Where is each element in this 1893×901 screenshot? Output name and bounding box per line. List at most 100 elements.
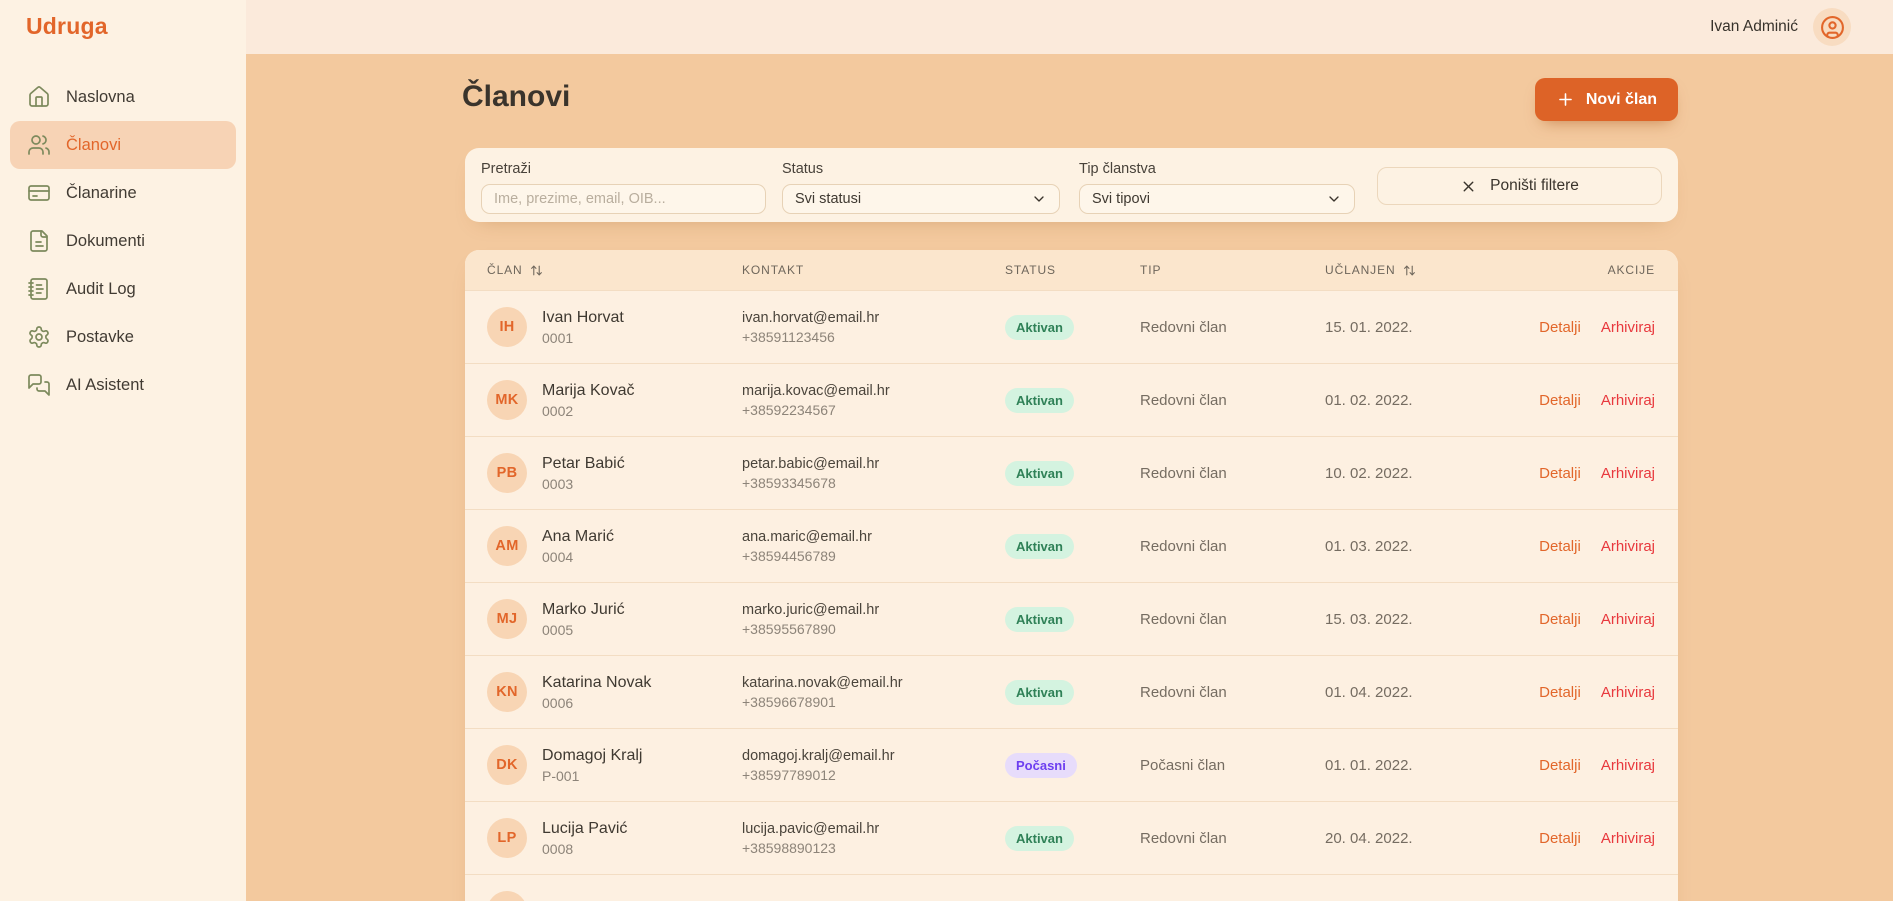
home-icon — [27, 85, 51, 109]
avatar: IH — [487, 307, 527, 347]
sidebar-item-audit-log[interactable]: Audit Log — [10, 265, 236, 313]
archive-link[interactable]: Arhiviraj — [1601, 611, 1655, 628]
chat-icon — [27, 373, 51, 397]
document-icon — [27, 229, 51, 253]
member-phone: +38597789012 — [742, 767, 1005, 783]
column-header-clan[interactable]: ČLAN — [487, 263, 742, 277]
sidebar-item-ai-asistent[interactable]: AI Asistent — [10, 361, 236, 409]
member-email: marija.kovac@email.hr — [742, 383, 1005, 399]
sidebar-item-label: Naslovna — [66, 88, 135, 107]
joined-date-cell: 20. 04. 2022. — [1325, 830, 1538, 847]
column-label: UČLANJEN — [1325, 263, 1396, 277]
user-name: Ivan Adminić — [1710, 18, 1798, 36]
membership-type-cell: Počasni član — [1140, 757, 1325, 774]
member-name: Marija Kovač — [542, 382, 634, 400]
status-select-value: Svi statusi — [795, 191, 861, 207]
status-cell: Aktivan — [1005, 680, 1140, 705]
archive-link[interactable]: Arhiviraj — [1601, 684, 1655, 701]
column-header-tip: TIP — [1140, 263, 1325, 277]
details-link[interactable]: Detalji — [1539, 319, 1581, 336]
sidebar-item-clanarine[interactable]: Članarine — [10, 169, 236, 217]
archive-link[interactable]: Arhiviraj — [1601, 830, 1655, 847]
joined-date-cell: 01. 01. 2022. — [1325, 757, 1538, 774]
column-label: AKCIJE — [1608, 263, 1655, 277]
sort-icon[interactable] — [1403, 264, 1416, 277]
member-name: Marko Jurić — [542, 601, 625, 619]
details-link[interactable]: Detalji — [1539, 538, 1581, 555]
membership-type-filter-group: Tip članstva Svi tipovi — [1079, 161, 1355, 222]
member-cell: Filip Lovrić — [487, 891, 742, 901]
details-link[interactable]: Detalji — [1539, 465, 1581, 482]
member-cell: PB Petar Babić 0003 — [487, 453, 742, 493]
actions-cell: Detalji Arhiviraj — [1538, 392, 1655, 409]
sort-icon[interactable] — [530, 264, 543, 277]
sidebar-item-label: Postavke — [66, 328, 134, 347]
member-id: 0003 — [542, 476, 625, 492]
member-email: lucija.pavic@email.hr — [742, 821, 1005, 837]
status-badge: Aktivan — [1005, 461, 1074, 486]
member-cell: KN Katarina Novak 0006 — [487, 672, 742, 712]
sidebar-item-naslovna[interactable]: Naslovna — [10, 73, 236, 121]
member-name: Katarina Novak — [542, 674, 651, 692]
actions-cell: Detalji Arhiviraj — [1538, 757, 1655, 774]
actions-cell: Detalji Arhiviraj — [1538, 538, 1655, 555]
users-icon — [27, 133, 51, 157]
actions-cell: Detalji Arhiviraj — [1538, 465, 1655, 482]
column-label: STATUS — [1005, 263, 1056, 277]
user-avatar[interactable] — [1813, 8, 1851, 46]
x-icon — [1460, 178, 1477, 195]
sidebar-item-postavke[interactable]: Postavke — [10, 313, 236, 361]
member-cell: MJ Marko Jurić 0005 — [487, 599, 742, 639]
contact-cell: marko.juric@email.hr +38595567890 — [742, 602, 1005, 637]
joined-date-cell: 01. 04. 2022. — [1325, 684, 1538, 701]
membership-type-cell: Redovni član — [1140, 830, 1325, 847]
avatar: LP — [487, 818, 527, 858]
member-phone: +38596678901 — [742, 694, 1005, 710]
sidebar-item-dokumenti[interactable]: Dokumenti — [10, 217, 236, 265]
member-id: 0004 — [542, 549, 614, 565]
status-cell: Aktivan — [1005, 388, 1140, 413]
contact-cell: lucija.pavic@email.hr +38598890123 — [742, 821, 1005, 856]
app-logo: Udruga — [0, 0, 246, 40]
archive-link[interactable]: Arhiviraj — [1601, 538, 1655, 555]
joined-date-cell: 10. 02. 2022. — [1325, 465, 1538, 482]
archive-link[interactable]: Arhiviraj — [1601, 465, 1655, 482]
table-row: MK Marija Kovač 0002 marija.kovac@email.… — [465, 363, 1678, 436]
status-badge: Aktivan — [1005, 680, 1074, 705]
table-row: DK Domagoj Kralj P-001 domagoj.kralj@ema… — [465, 728, 1678, 801]
search-input[interactable] — [481, 184, 766, 214]
archive-link[interactable]: Arhiviraj — [1601, 757, 1655, 774]
status-cell: Počasni — [1005, 753, 1140, 778]
details-link[interactable]: Detalji — [1539, 611, 1581, 628]
sidebar-item-clanovi[interactable]: Članovi — [10, 121, 236, 169]
member-email: domagoj.kralj@email.hr — [742, 748, 1005, 764]
contact-cell: marija.kovac@email.hr +38592234567 — [742, 383, 1005, 418]
archive-link[interactable]: Arhiviraj — [1601, 319, 1655, 336]
archive-link[interactable]: Arhiviraj — [1601, 392, 1655, 409]
membership-type-select[interactable]: Svi tipovi — [1079, 184, 1355, 214]
user-circle-icon — [1820, 15, 1845, 40]
table-row: PB Petar Babić 0003 petar.babic@email.hr… — [465, 436, 1678, 509]
member-name: Petar Babić — [542, 455, 625, 473]
details-link[interactable]: Detalji — [1539, 830, 1581, 847]
member-id: 0008 — [542, 841, 627, 857]
column-header-uclanjen[interactable]: UČLANJEN — [1325, 263, 1538, 277]
member-email: marko.juric@email.hr — [742, 602, 1005, 618]
status-badge: Počasni — [1005, 753, 1077, 778]
table-row: KN Katarina Novak 0006 katarina.novak@em… — [465, 655, 1678, 728]
details-link[interactable]: Detalji — [1539, 684, 1581, 701]
member-name: Domagoj Kralj — [542, 747, 642, 765]
details-link[interactable]: Detalji — [1539, 757, 1581, 774]
new-member-button[interactable]: Novi član — [1535, 78, 1678, 121]
member-phone: +38598890123 — [742, 840, 1005, 856]
status-select[interactable]: Svi statusi — [782, 184, 1060, 214]
reset-filters-button[interactable]: Poništi filtere — [1377, 167, 1662, 205]
joined-date-cell: 15. 01. 2022. — [1325, 319, 1538, 336]
table-row: MJ Marko Jurić 0005 marko.juric@email.hr… — [465, 582, 1678, 655]
details-link[interactable]: Detalji — [1539, 392, 1581, 409]
status-filter-group: Status Svi statusi — [782, 161, 1060, 222]
member-cell: LP Lucija Pavić 0008 — [487, 818, 742, 858]
joined-date-cell: 01. 02. 2022. — [1325, 392, 1538, 409]
contact-cell: ivan.horvat@email.hr +38591123456 — [742, 310, 1005, 345]
member-name: Ivan Horvat — [542, 309, 624, 327]
